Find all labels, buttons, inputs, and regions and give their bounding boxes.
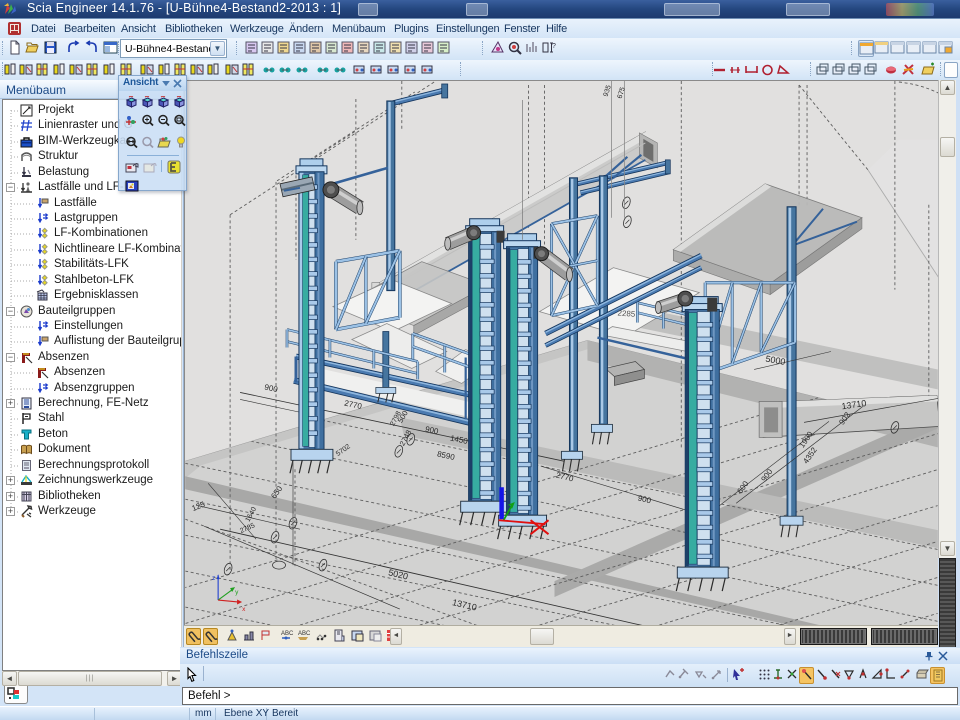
svg-text:ABC: ABC <box>281 631 294 637</box>
svg-text:ABC: ABC <box>298 631 311 637</box>
svg-text:z: z <box>212 575 215 582</box>
svg-text:2285: 2285 <box>617 309 636 319</box>
svg-text:?: ? <box>552 43 556 50</box>
